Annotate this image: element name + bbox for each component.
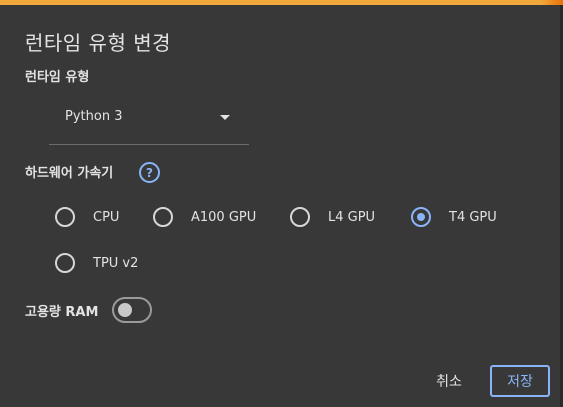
cancel-button[interactable]: 취소 — [425, 366, 473, 396]
chevron-down-icon — [220, 115, 230, 120]
high-ram-toggle[interactable] — [112, 297, 153, 323]
radio-tpu-v2[interactable]: TPU v2 — [55, 253, 138, 273]
toggle-knob — [118, 303, 133, 317]
runtime-type-select[interactable]: Python 3 — [49, 100, 249, 145]
radio-t4-gpu-label: T4 GPU — [449, 209, 497, 225]
radio-l4-gpu[interactable]: L4 GPU — [290, 207, 375, 227]
runtime-type-value: Python 3 — [65, 109, 123, 124]
radio-button-icon — [290, 207, 310, 227]
radio-l4-gpu-label: L4 GPU — [328, 209, 376, 225]
hardware-accelerator-label: 하드웨어 가속기 — [25, 166, 114, 181]
radio-button-icon — [55, 207, 75, 227]
radio-button-icon — [55, 253, 75, 273]
radio-t4-gpu[interactable]: T4 GPU — [411, 207, 497, 227]
help-icon[interactable]: ? — [139, 162, 160, 183]
dialog-title: 런타임 유형 변경 — [25, 31, 172, 55]
change-runtime-dialog: 런타임 유형 변경 런타임 유형 Python 3 하드웨어 가속기 ? CPU… — [0, 5, 563, 407]
runtime-type-label: 런타임 유형 — [25, 70, 90, 85]
high-ram-label: 고용량 RAM — [25, 304, 99, 320]
radio-button-checked-icon — [411, 207, 431, 227]
radio-cpu[interactable]: CPU — [55, 207, 119, 227]
radio-a100-gpu[interactable]: A100 GPU — [153, 207, 256, 227]
radio-a100-gpu-label: A100 GPU — [191, 209, 257, 225]
radio-button-icon — [153, 207, 173, 227]
save-button[interactable]: 저장 — [490, 365, 550, 397]
radio-tpu-v2-label: TPU v2 — [93, 255, 139, 271]
radio-cpu-label: CPU — [93, 209, 120, 225]
high-ram-row: 고용량 RAM — [25, 297, 153, 323]
